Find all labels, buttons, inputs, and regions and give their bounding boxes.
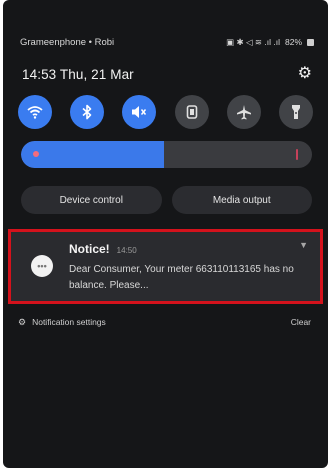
status-icons: ▣ ✱ ◁ ≋ .ıl .ıl 82%	[226, 37, 314, 48]
rotation-toggle[interactable]	[174, 95, 209, 129]
brightness-slider[interactable]	[21, 141, 312, 168]
notification-settings-label: Notification settings	[32, 317, 106, 327]
battery-icon	[307, 38, 314, 46]
notification-settings-button[interactable]: ⚙ Notification settings	[18, 317, 106, 328]
shade-header: 14:53 Thu, 21 Mar ⚙	[3, 64, 328, 84]
brightness-max-marker	[296, 149, 298, 160]
sound-toggle[interactable]	[122, 95, 157, 129]
notification-shade: Grameenphone • Robi ▣ ✱ ◁ ≋ .ıl .ıl 82% …	[3, 0, 328, 468]
clock-date[interactable]: 14:53 Thu, 21 Mar	[22, 67, 134, 82]
mute-icon	[132, 106, 147, 118]
screen-rotation-icon	[186, 105, 197, 119]
status-indicators: ▣ ✱ ◁ ≋ .ıl .ıl	[226, 36, 280, 47]
airplane-icon	[236, 105, 251, 120]
brightness-icon	[33, 151, 39, 157]
media-output-button[interactable]: Media output	[171, 186, 312, 214]
gear-icon[interactable]: ⚙	[298, 66, 312, 82]
quick-settings-row	[3, 95, 328, 129]
notification-card[interactable]: ••• Notice! 14:50 ▼ Dear Consumer, Your …	[8, 229, 323, 304]
device-control-button[interactable]: Device control	[21, 186, 162, 214]
bluetooth-toggle[interactable]	[70, 95, 105, 129]
chevron-down-icon[interactable]: ▼	[299, 240, 308, 250]
wifi-icon	[27, 106, 43, 119]
shade-footer: ⚙ Notification settings Clear	[18, 315, 311, 329]
notification-title: Notice!	[69, 242, 110, 256]
notification-header: Notice! 14:50	[69, 242, 137, 256]
brightness-fill	[21, 141, 164, 168]
shade-actions: Device control Media output	[21, 186, 312, 214]
airplane-toggle[interactable]	[226, 95, 261, 129]
wifi-toggle[interactable]	[18, 95, 52, 129]
status-bar: Grameenphone • Robi ▣ ✱ ◁ ≋ .ıl .ıl 82%	[3, 34, 328, 50]
clear-button[interactable]: Clear	[291, 317, 311, 327]
battery-level: 82%	[284, 37, 302, 47]
gear-icon: ⚙	[18, 316, 27, 327]
app-icon: •••	[31, 255, 53, 277]
notification-time: 14:50	[116, 246, 137, 255]
notification-body: Dear Consumer, Your meter 663110113165 h…	[69, 264, 294, 291]
carrier-label: Grameenphone • Robi	[20, 36, 115, 48]
flashlight-icon	[291, 105, 300, 119]
bluetooth-icon	[82, 104, 92, 120]
flashlight-toggle[interactable]	[278, 95, 313, 129]
